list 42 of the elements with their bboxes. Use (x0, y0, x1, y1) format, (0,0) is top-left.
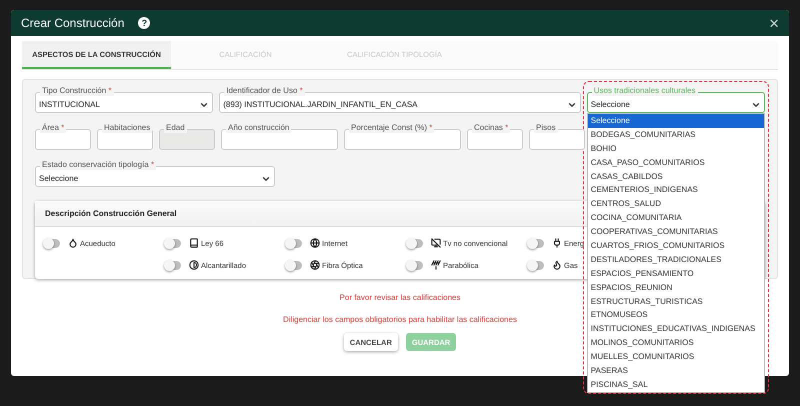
aperture-icon (310, 260, 320, 270)
input-field[interactable] (529, 129, 585, 150)
toggle-switch[interactable] (407, 238, 423, 248)
droplet-icon (68, 238, 78, 248)
toggle-switch[interactable] (286, 260, 302, 270)
field-label: Tipo Construcción * (40, 86, 114, 96)
toggle-switch[interactable] (165, 238, 181, 248)
contrast-icon (189, 260, 199, 270)
toggle-switch[interactable] (286, 238, 302, 248)
toggle-switch[interactable] (528, 260, 544, 270)
field-label: Área * (40, 123, 66, 133)
select-field[interactable]: (893) INSTITUCIONAL.JARDIN_INFANTIL_EN_CASA (219, 92, 581, 113)
input-field[interactable] (35, 129, 91, 150)
select-field[interactable]: Seleccione (586, 92, 765, 113)
field-label: Estado conservación tipología * (40, 160, 156, 170)
error-message: Diligenciar los campos obligatorios para habilitar las calificaciones (283, 314, 517, 326)
error-message: Por favor revisar las calificaciones (340, 292, 460, 304)
panel-title: Descripción Construcción General (45, 209, 177, 218)
antenna-icon (431, 260, 441, 270)
plug-icon (552, 238, 562, 248)
dropdown-option[interactable]: Seleccione (588, 114, 764, 128)
toggle-switch[interactable] (407, 260, 423, 270)
field-label: Porcentaje Const (%) * (349, 123, 434, 133)
monitor-off-icon (431, 238, 441, 248)
field-label: Usos tradicionales culturales (592, 86, 698, 96)
toggle-switch[interactable] (44, 238, 60, 248)
globe-icon (310, 238, 320, 248)
input-field[interactable] (467, 129, 523, 150)
input-field[interactable] (221, 129, 338, 150)
field-label: Habitaciones (102, 123, 152, 133)
field-label: Cocinas * (472, 123, 510, 133)
field-label: Año construcción (226, 123, 292, 133)
field-label: Edad (164, 123, 187, 133)
close-button[interactable]: × (769, 14, 779, 32)
toggle-switch[interactable] (528, 238, 544, 248)
toggle-switch[interactable] (165, 260, 181, 270)
dialog-title: Crear Construcción (21, 16, 124, 30)
flame-icon (552, 260, 562, 270)
field-label: Pisos (534, 123, 558, 133)
help-icon[interactable]: ? (138, 17, 150, 29)
book-icon (189, 238, 199, 248)
field-label: Identificador de Uso * (224, 86, 305, 96)
